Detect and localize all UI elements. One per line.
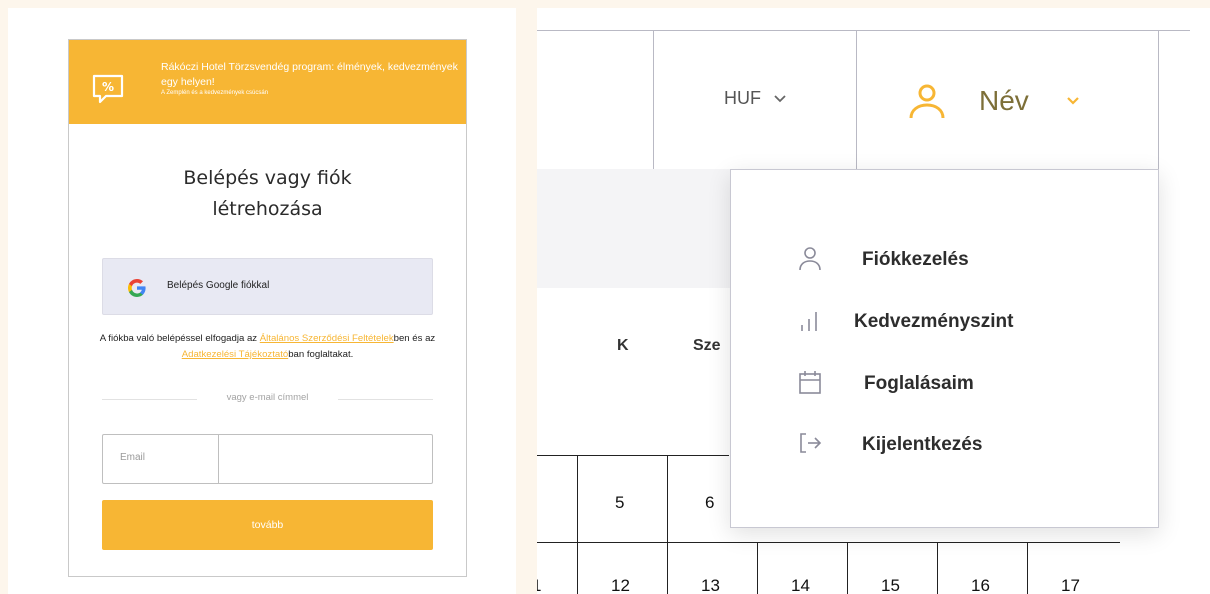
banner-tagline: A Zemplén és a kedvezmények csúcsán — [161, 90, 269, 96]
calendar-day[interactable]: 1 — [537, 576, 541, 594]
email-label: Email — [120, 452, 146, 463]
discount-icon: % — [92, 74, 124, 104]
menu-item-logout[interactable]: Kijelentkezés — [731, 424, 1158, 468]
calendar-day[interactable]: 13 — [701, 576, 720, 594]
calendar-day[interactable]: 16 — [971, 576, 990, 594]
currency-selector[interactable]: HUF — [653, 88, 857, 109]
terms-link[interactable]: Általános Szerződési Feltételek — [260, 333, 394, 344]
site-header-panel: HUF Név K Sze 5 6 1 12 13 14 15 16 17 — [537, 8, 1210, 594]
email-field[interactable]: Email — [102, 434, 433, 484]
login-card: % Rákóczi Hotel Törzsvendég program: élm… — [68, 39, 467, 577]
calendar-day[interactable]: 14 — [791, 576, 810, 594]
calendar-day[interactable]: 15 — [881, 576, 900, 594]
loyalty-banner: % Rákóczi Hotel Törzsvendég program: élm… — [69, 40, 466, 124]
login-title: Belépés vagy fiók létrehozása — [183, 167, 352, 220]
user-name[interactable]: Név — [979, 85, 1029, 117]
bar-chart-icon — [801, 312, 817, 331]
google-login-button[interactable]: Belépés Google fiókkal — [102, 258, 433, 315]
user-icon — [909, 84, 945, 119]
continue-button[interactable]: tovább — [102, 500, 433, 550]
calendar-day[interactable]: 6 — [705, 493, 714, 513]
calendar-header: K Sze — [537, 288, 737, 456]
account-dropdown: Fiókkezelés Kedvezményszint Foglalásaim — [730, 169, 1159, 528]
day-header: K — [617, 337, 629, 354]
privacy-link[interactable]: Adatkezelési Tájékoztató — [182, 349, 288, 360]
login-panel: % Rákóczi Hotel Törzsvendég program: élm… — [8, 8, 516, 594]
calendar-day[interactable]: 17 — [1061, 576, 1080, 594]
menu-item-discount-level[interactable]: Kedvezményszint — [731, 301, 1158, 345]
email-divider: vagy e-mail címmel — [102, 392, 433, 406]
user-icon — [799, 247, 821, 271]
menu-item-account[interactable]: Fiókkezelés — [731, 239, 1158, 283]
calendar-icon — [799, 371, 821, 394]
google-icon — [128, 279, 146, 297]
chevron-down-icon — [774, 95, 786, 103]
logout-icon — [800, 433, 822, 453]
day-header: Sze — [693, 337, 721, 354]
terms-text: A fiókba való belépéssel elfogadja az Ál… — [99, 333, 436, 360]
menu-item-bookings[interactable]: Foglalásaim — [731, 363, 1158, 407]
calendar-day[interactable]: 12 — [611, 576, 630, 594]
svg-text:%: % — [102, 80, 114, 94]
google-button-label: Belépés Google fiókkal — [167, 280, 270, 291]
banner-headline: Rákóczi Hotel Törzsvendég program: élmén… — [161, 61, 458, 88]
calendar-day[interactable]: 5 — [615, 493, 624, 513]
chevron-down-icon[interactable] — [1066, 94, 1080, 108]
email-input[interactable] — [221, 437, 429, 481]
